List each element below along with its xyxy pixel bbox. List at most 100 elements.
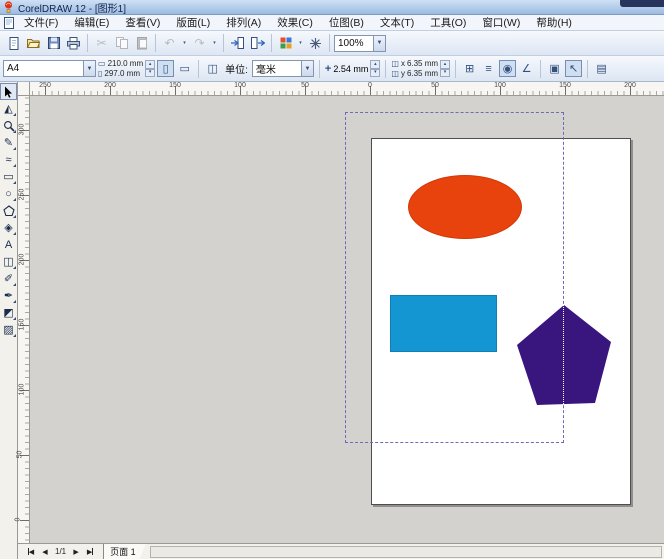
- undo-button[interactable]: ↶: [160, 34, 179, 53]
- outline-pen-tool-button[interactable]: ✒: [0, 287, 17, 304]
- eyedropper-tool-button[interactable]: ✐: [0, 270, 17, 287]
- vertical-ruler[interactable]: 300 250 200 150 100 50 0: [14, 96, 30, 543]
- hruler-tick-label: 0: [368, 82, 372, 89]
- print-button[interactable]: [64, 34, 83, 53]
- polygon-tool-button[interactable]: [0, 202, 17, 219]
- zoom-tool-button[interactable]: [0, 117, 17, 134]
- hruler-tick-label: 100: [494, 82, 506, 89]
- pentagon-shape[interactable]: [513, 303, 615, 407]
- interactive-fill-tool-button[interactable]: ▨: [0, 321, 17, 338]
- zoom-level-combo[interactable]: 100% ▼: [334, 34, 386, 52]
- paste-button[interactable]: [132, 34, 151, 53]
- snap-to-grid-button[interactable]: ⊞: [461, 60, 478, 77]
- stepper-up-icon[interactable]: ▴: [440, 60, 451, 69]
- menu-edit[interactable]: 编辑(E): [66, 14, 117, 31]
- horizontal-scrollbar-track[interactable]: [149, 545, 662, 558]
- basic-shapes-tool-button[interactable]: ◈: [0, 219, 17, 236]
- treat-as-filled-button[interactable]: ▣: [546, 60, 563, 77]
- export-button[interactable]: [248, 34, 267, 53]
- stepper-up-icon[interactable]: ▴: [370, 60, 381, 69]
- launcher-dropdown-arrow[interactable]: ▾: [296, 34, 305, 53]
- drawing-canvas[interactable]: [30, 96, 664, 543]
- next-page-button[interactable]: ▶: [69, 545, 83, 558]
- snap-to-objects-button[interactable]: ◉: [499, 60, 517, 77]
- duplicate-distance-stepper[interactable]: ▴ ▾: [440, 60, 451, 77]
- stepper-down-icon[interactable]: ▾: [145, 68, 156, 77]
- next-page-arrow-icon: ▶: [73, 548, 79, 556]
- ruler-origin-corner[interactable]: [18, 82, 30, 96]
- menu-view[interactable]: 查看(V): [117, 14, 168, 31]
- menu-window[interactable]: 窗口(W): [474, 14, 528, 31]
- units-value: 毫米: [255, 65, 276, 76]
- horizontal-ruler[interactable]: 250 200 150 100 50 0 50 100 150 200: [30, 82, 664, 96]
- pick-tool-state-button[interactable]: ↖: [565, 60, 583, 77]
- menu-effects[interactable]: 效果(C): [269, 14, 321, 31]
- duplicate-y-value[interactable]: 6.35 mm: [407, 69, 438, 78]
- paper-height-value[interactable]: 297.0 mm: [104, 69, 140, 78]
- options-button[interactable]: ▤: [593, 60, 610, 77]
- paper-type-combo[interactable]: A4 ▼: [3, 60, 96, 77]
- propbar-separator: [455, 59, 457, 78]
- zoom-level-value: 100%: [338, 37, 364, 49]
- window-controls-cutoff: [620, 0, 664, 7]
- nudge-offset-value[interactable]: 2.54 mm: [333, 64, 368, 74]
- copy-button[interactable]: [112, 34, 131, 53]
- cut-button[interactable]: ✂: [92, 34, 111, 53]
- shape-tool-button[interactable]: ◭: [0, 100, 17, 117]
- units-combo[interactable]: 毫米 ▼: [251, 60, 314, 77]
- application-launcher-button[interactable]: [276, 34, 295, 53]
- title-bar[interactable]: CorelDRAW 12 - [图形1]: [0, 0, 664, 15]
- landscape-orientation-button[interactable]: ▭: [176, 60, 193, 77]
- property-bar: A4 ▼ ▭ 210.0 mm ▯ 297.0 mm ▴ ▾ ▯ ▭ ◫ 单位: 毫…: [0, 56, 664, 82]
- zoom-combo-dropdown-arrow[interactable]: ▼: [373, 35, 385, 51]
- vruler-tick-label: 200: [18, 253, 26, 266]
- menu-text[interactable]: 文本(T): [372, 14, 422, 31]
- paper-type-dropdown-arrow[interactable]: ▼: [83, 61, 95, 76]
- menu-layout[interactable]: 版面(L): [168, 14, 218, 31]
- save-button[interactable]: [44, 34, 63, 53]
- duplicate-y-icon: ◫: [391, 69, 399, 78]
- stepper-down-icon[interactable]: ▾: [440, 68, 451, 77]
- paper-size-stepper[interactable]: ▴ ▾: [145, 60, 156, 77]
- units-dropdown-arrow[interactable]: ▼: [300, 61, 313, 76]
- child-document-icon[interactable]: [2, 16, 16, 30]
- interactive-blend-tool-button[interactable]: ◫: [0, 253, 17, 270]
- dynamic-guides-button[interactable]: ∠: [518, 60, 535, 77]
- corel-online-button[interactable]: [306, 34, 325, 53]
- ellipse-shape[interactable]: [408, 175, 522, 239]
- page-tab[interactable]: 页面 1: [103, 544, 146, 559]
- paper-width-value[interactable]: 210.0 mm: [108, 59, 144, 68]
- menu-file[interactable]: 文件(F): [16, 14, 66, 31]
- last-page-button[interactable]: ▶: [83, 545, 97, 558]
- rectangle-tool-button[interactable]: ▭: [0, 168, 17, 185]
- undo-dropdown-arrow[interactable]: ▾: [180, 34, 189, 53]
- import-button[interactable]: [228, 34, 247, 53]
- stepper-up-icon[interactable]: ▴: [145, 60, 156, 69]
- freehand-tool-button[interactable]: ✎: [0, 134, 17, 151]
- page-indicator: 1/1: [55, 547, 67, 556]
- redo-dropdown-arrow[interactable]: ▾: [210, 34, 219, 53]
- hruler-tick-label: 100: [234, 82, 246, 89]
- smart-drawing-tool-button[interactable]: ≈: [0, 151, 17, 168]
- menu-help[interactable]: 帮助(H): [528, 14, 580, 31]
- apply-to-all-pages-button[interactable]: ◫: [204, 60, 221, 77]
- fill-tool-button[interactable]: ◩: [0, 304, 17, 321]
- menu-bitmaps[interactable]: 位图(B): [321, 14, 372, 31]
- menu-arrange[interactable]: 排列(A): [218, 14, 269, 31]
- open-button[interactable]: [24, 34, 43, 53]
- redo-button[interactable]: ↷: [190, 34, 209, 53]
- pick-tool-button[interactable]: [0, 83, 17, 100]
- rectangle-shape[interactable]: [390, 295, 497, 352]
- previous-page-button[interactable]: ◀: [38, 545, 52, 558]
- stepper-down-icon[interactable]: ▾: [370, 68, 381, 77]
- first-page-button[interactable]: ◀: [24, 545, 38, 558]
- duplicate-x-icon: ◫: [391, 59, 399, 68]
- duplicate-x-value[interactable]: 6.35 mm: [407, 59, 438, 68]
- ellipse-tool-button[interactable]: ○: [0, 185, 17, 202]
- snap-to-guidelines-button[interactable]: ≡: [480, 60, 497, 77]
- text-tool-button[interactable]: A: [0, 236, 17, 253]
- portrait-orientation-button[interactable]: ▯: [157, 60, 175, 77]
- new-document-button[interactable]: [4, 34, 23, 53]
- nudge-offset-stepper[interactable]: ▴ ▾: [370, 60, 381, 77]
- menu-tools[interactable]: 工具(O): [422, 14, 474, 31]
